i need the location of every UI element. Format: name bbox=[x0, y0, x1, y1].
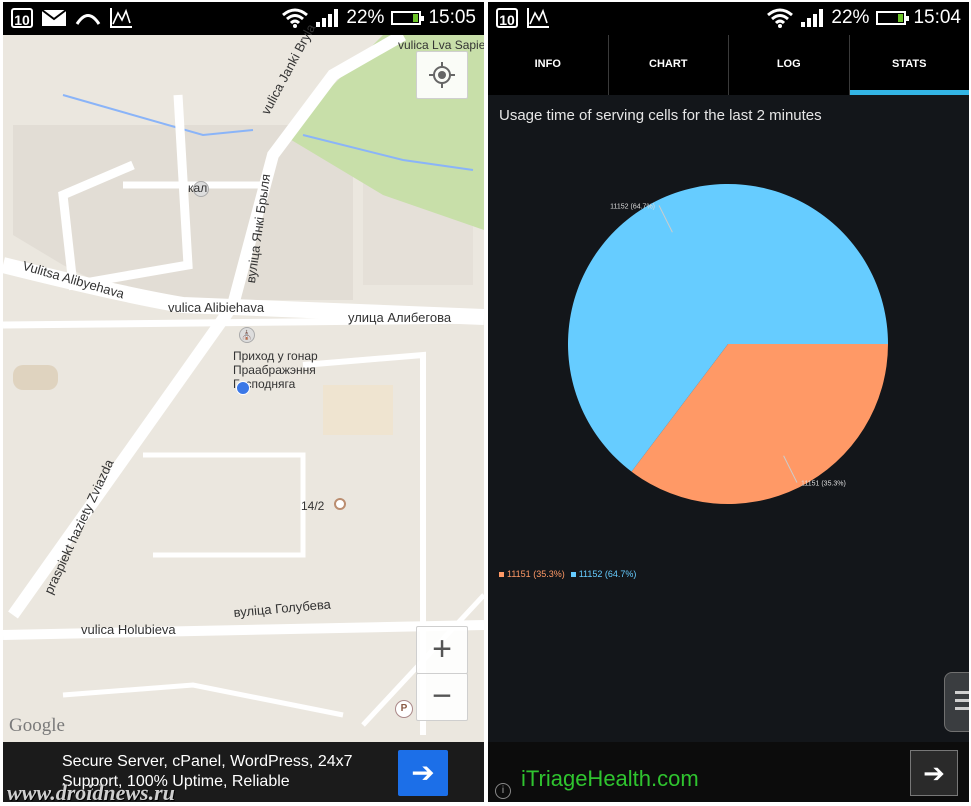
tab-bar: INFO CHART LOG STATS bbox=[488, 35, 969, 95]
target-icon bbox=[429, 62, 455, 88]
chart-icon bbox=[110, 8, 132, 28]
zoom-out-button[interactable]: − bbox=[416, 673, 468, 721]
calendar-icon: 10 bbox=[11, 8, 33, 28]
calendar-icon: 10 bbox=[496, 8, 518, 28]
battery-percent: 22% bbox=[831, 7, 870, 28]
bottom-bar: iTriageHealth.com i ➔ bbox=[488, 742, 969, 802]
watermark: www.droidnews.ru bbox=[7, 780, 175, 802]
map-screen: 10 22% 15:05 vulica Janki Bryla vulica L… bbox=[3, 2, 484, 802]
pie-label: 11151 (35.3%) bbox=[801, 481, 846, 488]
map-view[interactable]: vulica Janki Bryla vulica Lva Sapieh вул… bbox=[3, 21, 484, 742]
battery-level bbox=[897, 14, 904, 22]
battery-level bbox=[412, 14, 419, 22]
parking-icon[interactable]: P bbox=[395, 700, 413, 718]
house-marker-icon bbox=[334, 498, 346, 510]
chart-legend: 11151 (35.3%) 11152 (64.7%) bbox=[499, 569, 636, 579]
status-bar: 10 22% 15:05 bbox=[3, 2, 484, 35]
legend-label: 11151 (35.3%) bbox=[507, 569, 565, 579]
house-number: 14/2 bbox=[301, 499, 325, 513]
legend-swatch bbox=[499, 572, 504, 578]
street-label: vulica Lva Sapieh bbox=[398, 38, 484, 52]
chart-icon bbox=[527, 8, 549, 28]
poi-label: кал bbox=[188, 181, 208, 195]
tab-log[interactable]: LOG bbox=[729, 35, 850, 95]
legend-label: 11152 (64.7%) bbox=[578, 569, 637, 579]
stats-screen: 10 22% 15:04 INFO CHART LOG STATS Usage … bbox=[488, 2, 969, 802]
battery-icon bbox=[391, 11, 425, 25]
pie-label: 11152 (64.7%) bbox=[610, 203, 655, 210]
clock: 15:04 bbox=[913, 7, 961, 28]
wifi-icon bbox=[767, 8, 794, 28]
legend-swatch bbox=[570, 572, 576, 578]
pie-chart: 11151 (35.3%) 11152 (64.7%) bbox=[568, 184, 888, 505]
clock: 15:05 bbox=[428, 7, 476, 28]
church-icon[interactable]: ⛪ bbox=[239, 327, 255, 343]
legend-item: 11152 (64.7%) bbox=[570, 569, 637, 579]
street-label: vulica Alibiehava bbox=[168, 300, 265, 315]
legend-item: 11151 (35.3%) bbox=[499, 569, 565, 579]
mail-icon bbox=[41, 9, 67, 26]
ad-brand[interactable]: iTriageHealth.com bbox=[521, 766, 699, 792]
tab-chart[interactable]: CHART bbox=[609, 35, 729, 95]
street-label: улица Алибегова bbox=[348, 310, 452, 325]
battery-icon bbox=[876, 11, 910, 25]
location-dot bbox=[236, 381, 250, 395]
my-location-button[interactable] bbox=[416, 51, 468, 99]
poi-label-2: Праабражэння bbox=[233, 363, 316, 377]
street-label: vulica Holubieva bbox=[81, 622, 176, 637]
tab-stats[interactable]: STATS bbox=[849, 35, 970, 95]
poi-label-1: Приход у гонар bbox=[233, 349, 318, 363]
tab-info[interactable]: INFO bbox=[488, 35, 609, 95]
sync-icon bbox=[75, 14, 101, 25]
next-button[interactable]: ➔ bbox=[910, 750, 958, 796]
battery-percent: 22% bbox=[346, 7, 385, 28]
signal-icon bbox=[316, 9, 339, 27]
google-logo: Google bbox=[9, 715, 65, 736]
zoom-in-button[interactable]: + bbox=[416, 626, 468, 674]
info-icon[interactable]: i bbox=[495, 783, 511, 799]
menu-handle[interactable] bbox=[944, 672, 969, 732]
signal-icon bbox=[801, 9, 824, 27]
ad-arrow-button[interactable]: ➔ bbox=[398, 750, 448, 796]
status-bar: 10 22% 15:04 bbox=[488, 2, 969, 35]
